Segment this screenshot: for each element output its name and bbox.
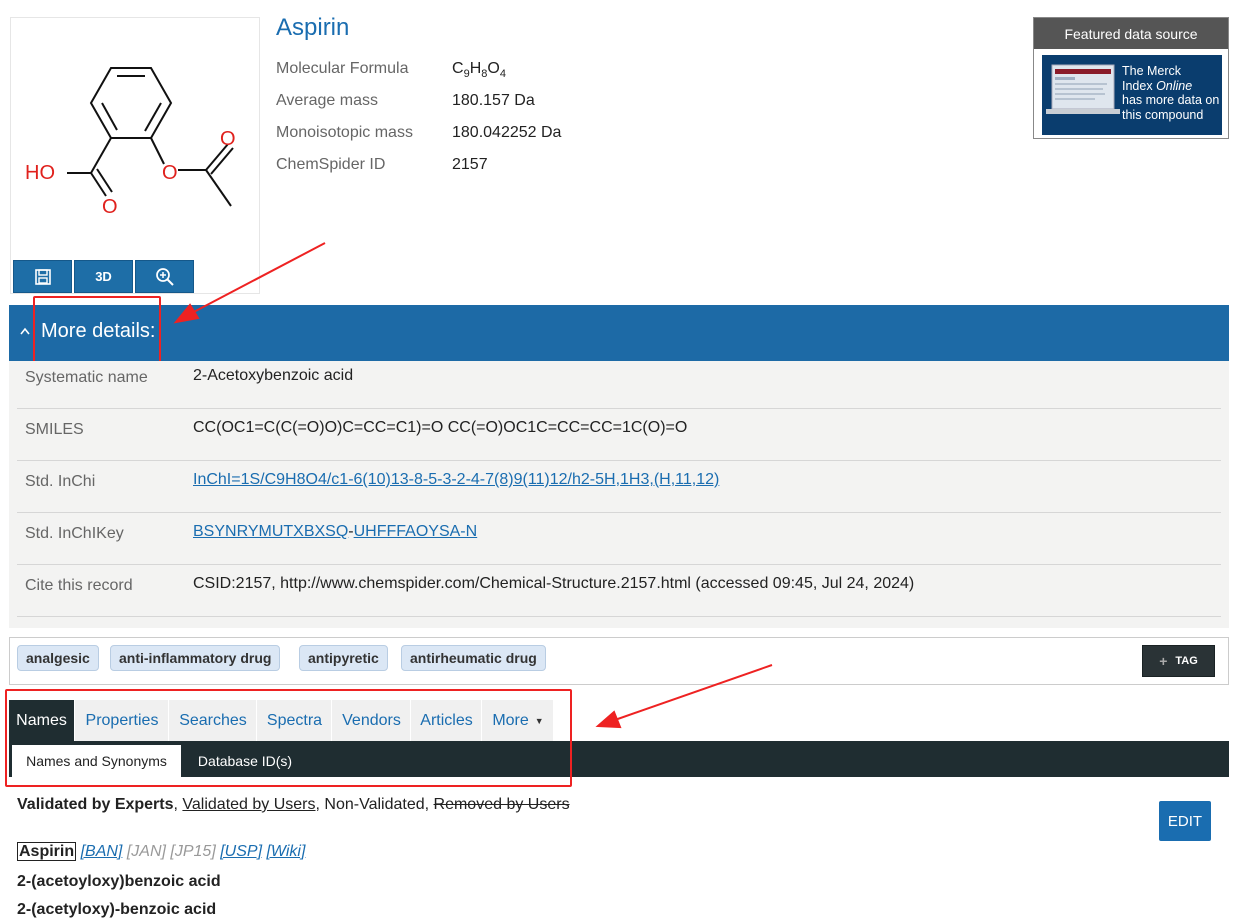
source-ban-link[interactable]: [BAN] <box>81 843 123 860</box>
synonym-item: 2-(acetoyloxy)benzoic acid <box>17 873 221 890</box>
primary-name-line: Aspirin [BAN] [JAN] [JP15] [USP] [Wiki] <box>17 842 305 861</box>
synonym-item: 2-(acetyloxy)-benzoic acid <box>17 901 217 918</box>
source-wiki-link[interactable]: [Wiki] <box>266 843 305 860</box>
validated-by-experts: Validated by Experts <box>17 796 174 813</box>
validated-by-users: Validated by Users <box>182 796 316 813</box>
source-usp-link[interactable]: [USP] <box>220 843 262 860</box>
removed-by-users: Removed by Users <box>433 796 570 813</box>
validation-legend: Validated by Experts, Validated by Users… <box>17 796 570 813</box>
non-validated: Non-Validated <box>324 796 425 813</box>
source-jp15: [JP15] <box>170 843 216 860</box>
edit-button[interactable]: EDIT <box>1159 801 1211 841</box>
annotation-arrows <box>173 242 773 729</box>
source-jan: [JAN] <box>126 843 166 860</box>
primary-name[interactable]: Aspirin <box>17 842 77 861</box>
